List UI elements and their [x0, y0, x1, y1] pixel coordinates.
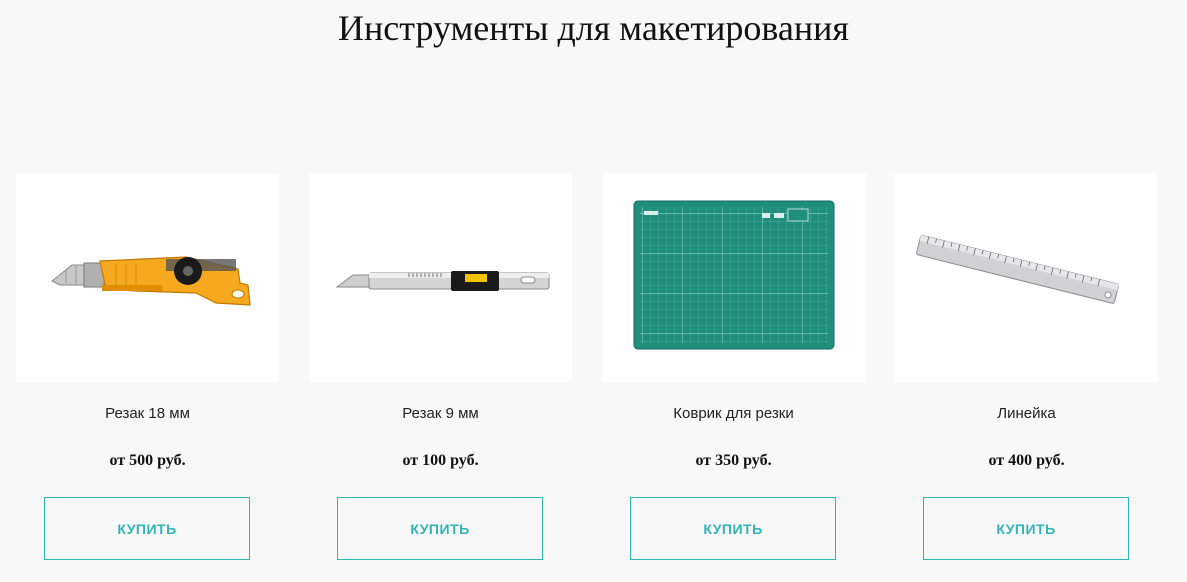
product-name: Резак 18 мм [105, 405, 190, 422]
product-price: от 400 руб. [988, 452, 1065, 469]
product-card: Линейка от 400 руб. КУПИТЬ [895, 173, 1158, 563]
utility-knife-18mm-icon [51, 256, 251, 306]
product-name: Линейка [997, 405, 1056, 422]
product-name: Коврик для резки [673, 405, 794, 422]
page-title: Инструменты для макетирования [338, 8, 849, 48]
product-price: от 500 руб. [109, 452, 186, 469]
product-price: от 350 руб. [695, 452, 772, 469]
buy-button[interactable]: КУПИТЬ [923, 497, 1129, 560]
product-image[interactable] [16, 173, 279, 382]
product-image[interactable] [895, 173, 1158, 382]
product-card: Резак 9 мм от 100 руб. КУПИТЬ [309, 173, 572, 563]
product-image[interactable] [309, 173, 572, 382]
buy-button[interactable]: КУПИТЬ [44, 497, 250, 560]
cutting-mat-icon [633, 200, 835, 350]
product-name: Резак 9 мм [402, 405, 479, 422]
product-card: Резак 18 мм от 500 руб. КУПИТЬ [16, 173, 279, 563]
buy-button[interactable]: КУПИТЬ [630, 497, 836, 560]
product-image[interactable] [602, 173, 865, 382]
utility-knife-9mm-icon [335, 271, 550, 291]
buy-button[interactable]: КУПИТЬ [337, 497, 543, 560]
product-card: Коврик для резки от 350 руб. КУПИТЬ [602, 173, 865, 563]
steel-ruler-icon [916, 234, 1120, 304]
product-price: от 100 руб. [402, 452, 479, 469]
